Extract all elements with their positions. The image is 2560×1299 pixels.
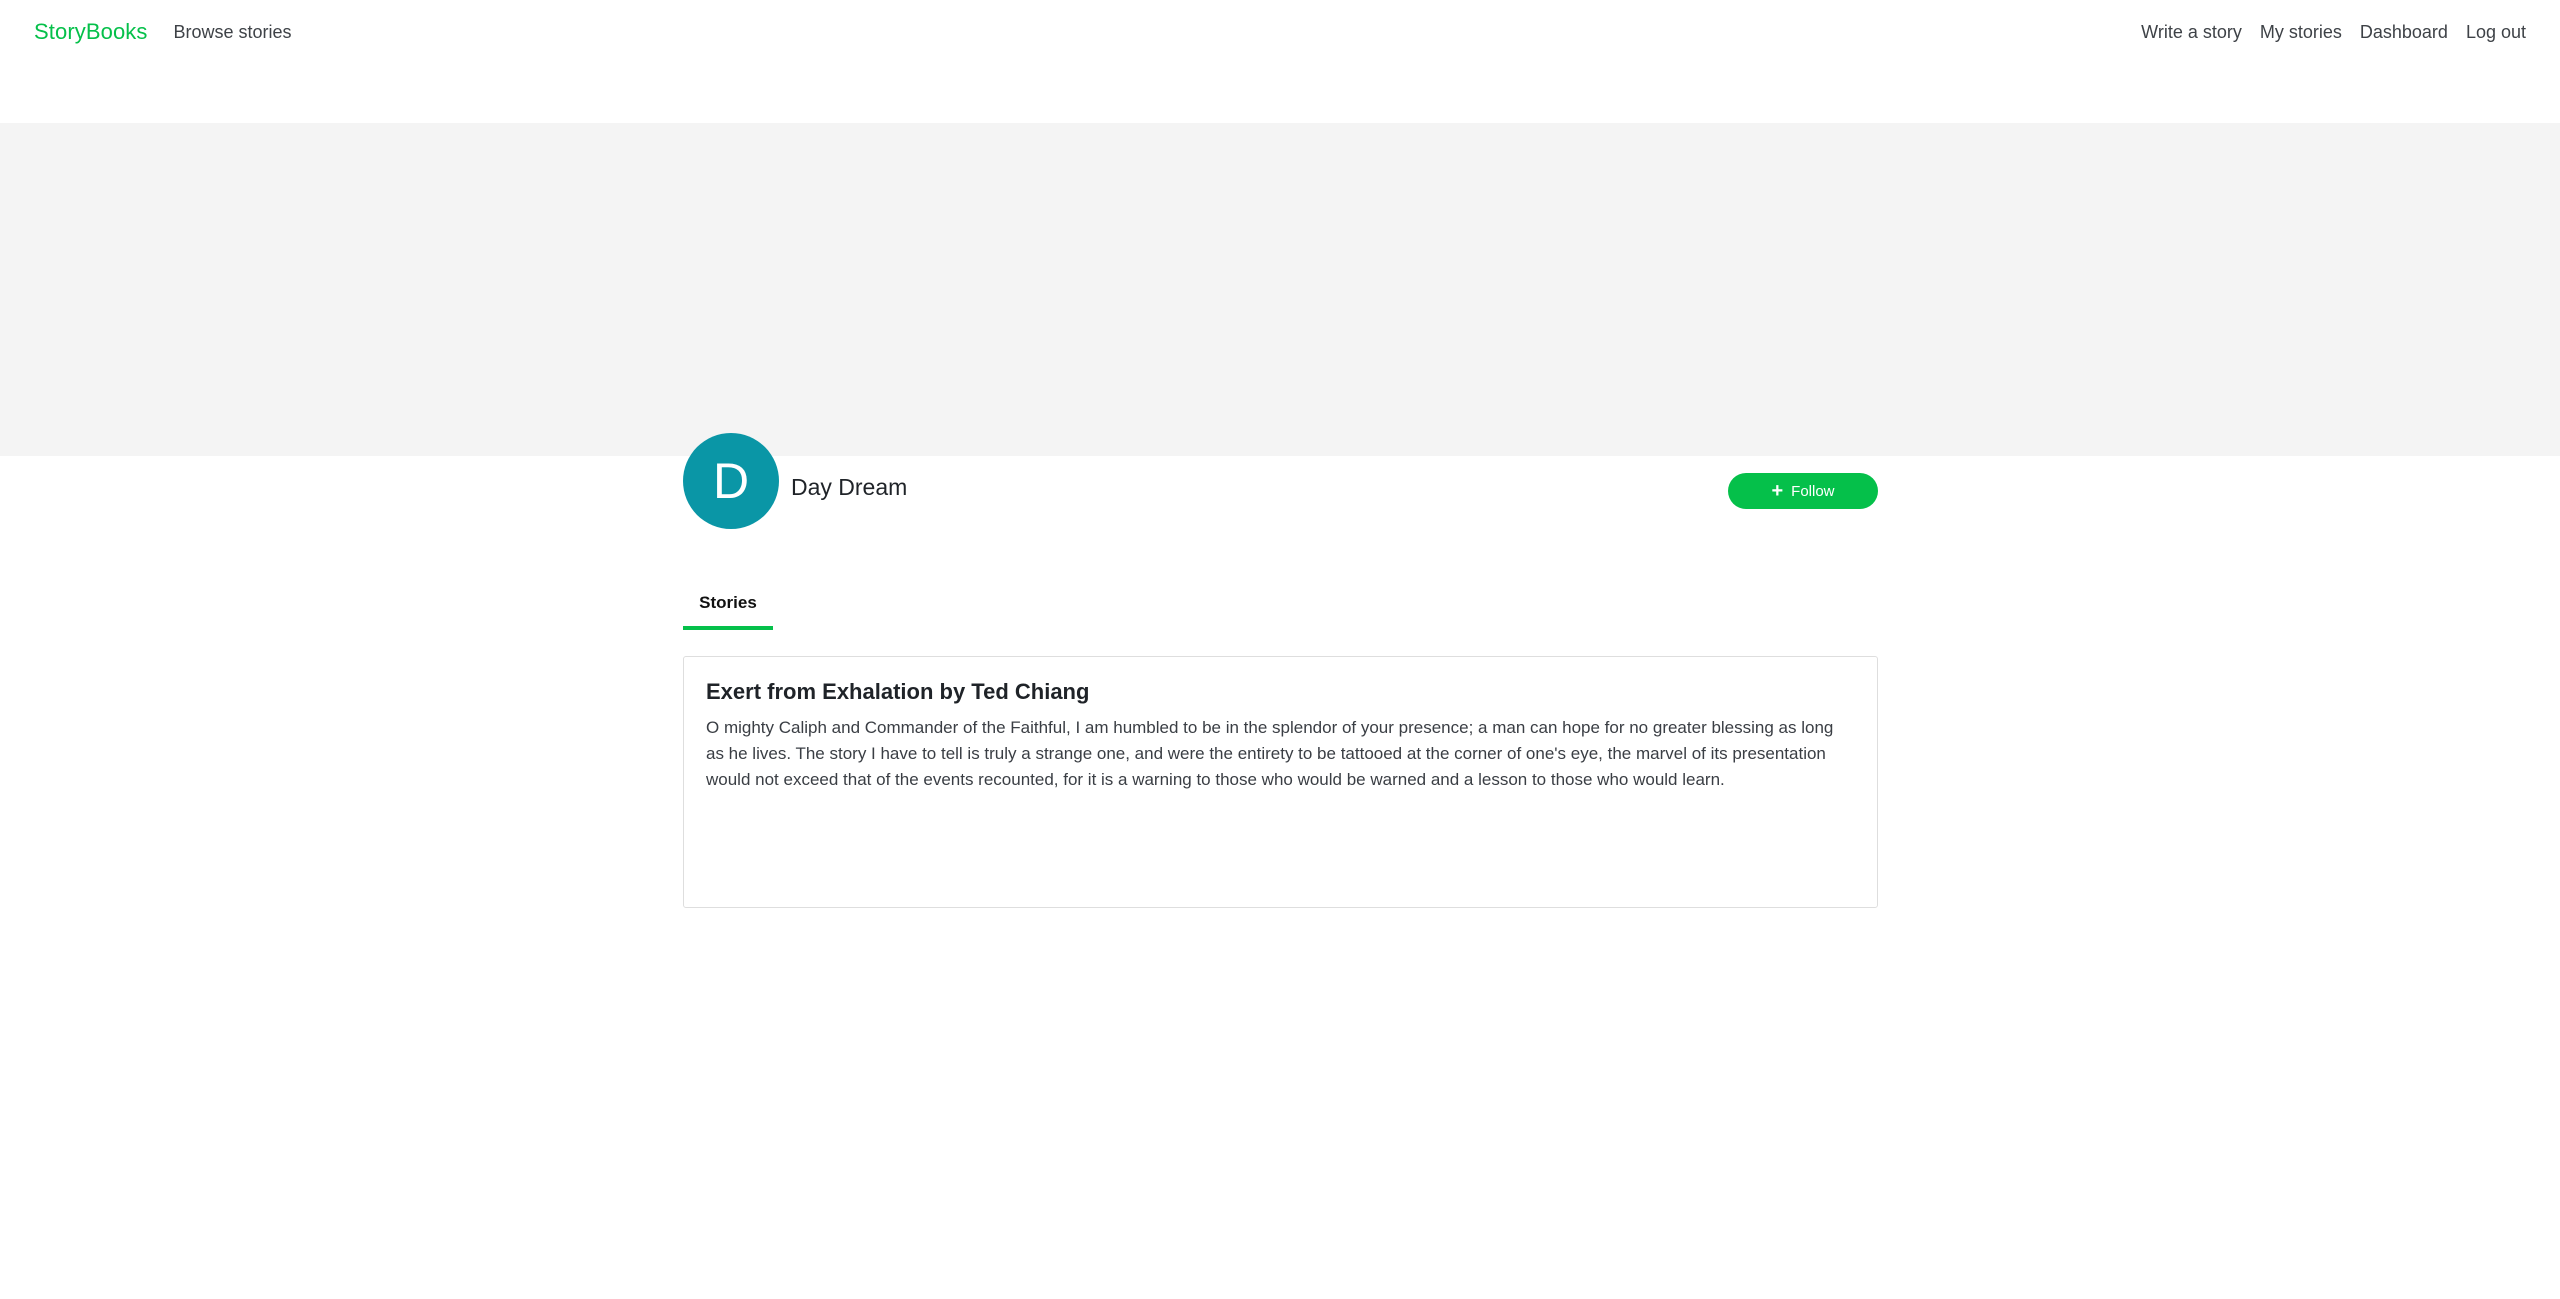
my-stories-link[interactable]: My stories <box>2260 22 2342 43</box>
avatar-initial: D <box>712 453 750 509</box>
dashboard-link[interactable]: Dashboard <box>2360 22 2448 43</box>
follow-button[interactable]: + Follow <box>1728 473 1878 509</box>
brand-logo-link[interactable]: StoryBooks <box>34 19 148 45</box>
plus-icon: + <box>1771 480 1784 502</box>
profile-cover-banner <box>0 123 2560 456</box>
follow-label: Follow <box>1791 482 1835 500</box>
browse-stories-link[interactable]: Browse stories <box>174 22 292 43</box>
story-title[interactable]: Exert from Exhalation by Ted Chiang <box>706 679 1855 705</box>
tab-stories[interactable]: Stories <box>683 588 773 630</box>
write-story-link[interactable]: Write a story <box>2141 22 2242 43</box>
avatar: D <box>683 433 779 529</box>
story-excerpt: O mighty Caliph and Commander of the Fai… <box>706 718 1834 789</box>
top-navbar: StoryBooks Browse stories Write a story … <box>0 0 2560 64</box>
story-card[interactable]: Exert from Exhalation by Ted Chiang O mi… <box>683 656 1878 908</box>
nav-right-links: Write a story My stories Dashboard Log o… <box>2141 22 2526 43</box>
profile-tabs: Stories <box>683 588 1878 630</box>
profile-name: Day Dream <box>791 474 908 500</box>
logout-link[interactable]: Log out <box>2466 22 2526 43</box>
profile-header: D Day Dream + Follow <box>683 433 1878 529</box>
